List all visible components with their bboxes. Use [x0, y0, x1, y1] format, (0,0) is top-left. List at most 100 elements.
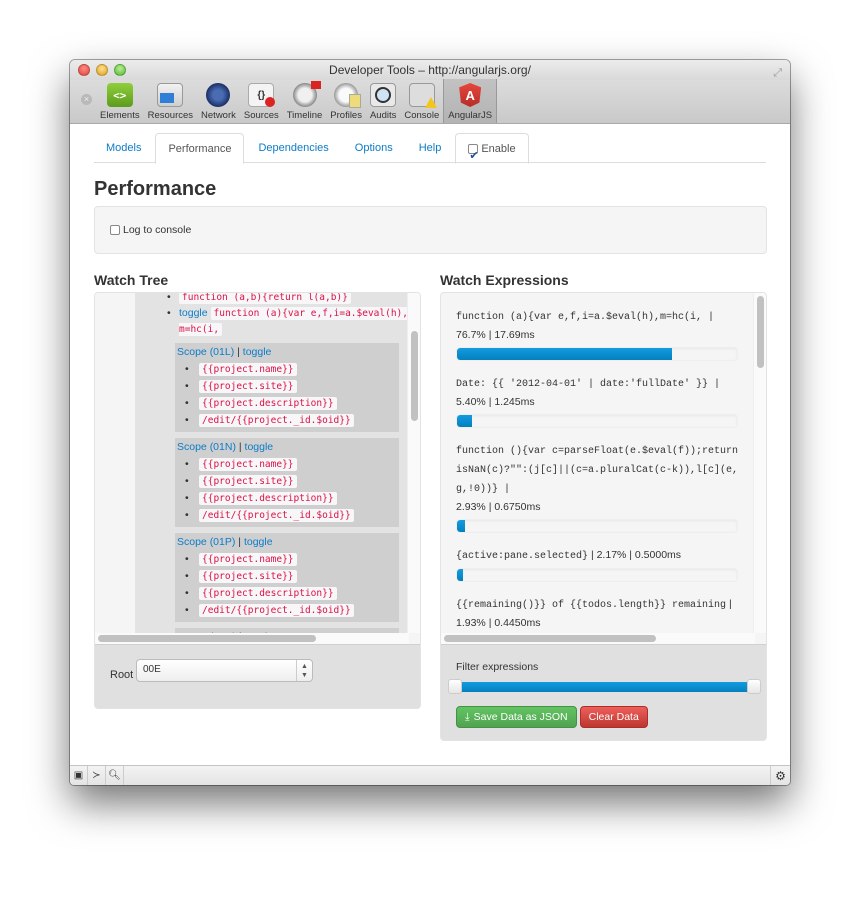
save-data-json-button[interactable]: ⤓ Save Data as JSON [456, 706, 577, 728]
page-title: Performance [94, 178, 217, 200]
toolbar-label: Elements [100, 110, 140, 121]
slider-min-handle[interactable] [448, 679, 462, 694]
tree-watch-item: function (a,b){return l(a,b)} [165, 293, 409, 305]
watch-expressions-scroll-area: function (a){var e,f,i=a.$eval(h),m=hc(i… [441, 293, 755, 633]
tab-performance[interactable]: Performance [155, 133, 245, 164]
minimize-window-button[interactable] [96, 64, 108, 76]
expression-progress-bar [457, 569, 464, 581]
sources-icon: {} [248, 83, 276, 107]
toolbar-item-timeline[interactable]: Timeline [283, 79, 327, 123]
expression-text: function (a){var e,f,i=a.$eval(h),m=hc(i… [456, 312, 715, 323]
watch-code: {{project.site}} [199, 475, 297, 488]
scope-id-link[interactable]: Scope (01N) [177, 441, 236, 453]
scope-toggle-link[interactable]: toggle [243, 346, 272, 358]
tab-enable[interactable]: Enable [455, 133, 529, 171]
scope-watch-item: /edit/{{project._id.$oid}} [175, 602, 399, 618]
toolbar-label: Audits [369, 110, 397, 121]
close-devtools-icon[interactable]: × [81, 94, 92, 105]
watch-code: {{project.name}} [199, 553, 297, 566]
watch-code: /edit/{{project._id.$oid}} [199, 604, 354, 617]
expression-text: function (){var c=parseFloat(e.$eval(f))… [456, 446, 739, 495]
enable-checkbox[interactable] [468, 141, 479, 171]
watch-code: {{project.site}} [199, 380, 297, 393]
watch-expression-item: {active:pane.selected} | 2.17% | 0.5000m… [456, 545, 740, 582]
watch-tree-horizontal-scrollbar[interactable] [95, 633, 409, 644]
root-label: Root [110, 669, 134, 681]
watch-tree-vertical-scrollbar[interactable] [407, 293, 420, 633]
toolbar-label: Network [201, 110, 236, 121]
scope-block: Scope (01L) | toggle {{project.name}} {{… [175, 343, 399, 432]
watch-tree-heading: Watch Tree [94, 272, 169, 288]
log-to-console-checkbox[interactable] [110, 225, 120, 235]
profiles-icon [334, 83, 362, 108]
download-icon: ⤓ [465, 711, 470, 723]
scope-watch-item: /edit/{{project._id.$oid}} [175, 412, 399, 428]
watch-code: /edit/{{project._id.$oid}} [199, 414, 354, 427]
toolbar-item-audits[interactable]: Audits [366, 79, 400, 123]
scope-header: Scope (01L) | toggle [175, 345, 399, 360]
watch-code: /edit/{{project._id.$oid}} [199, 509, 354, 522]
expression-progress-bar [457, 348, 672, 360]
slider-max-handle[interactable] [747, 679, 761, 694]
zoom-window-button[interactable] [114, 64, 126, 76]
filter-range-slider[interactable] [448, 679, 761, 694]
expression-text: {{remaining()}} of {{todos.length}} rema… [456, 600, 727, 611]
tab-dependencies[interactable]: Dependencies [246, 133, 340, 163]
scope-watch-item: {{project.site}} [175, 473, 399, 489]
tree-watch-item: toggle function (a){var e,f,i=a.$eval(h)… [165, 305, 409, 337]
expression-stats: 76.7% | 17.69ms [456, 329, 535, 341]
network-icon [206, 83, 231, 107]
toolbar-label: Resources [147, 110, 194, 121]
angularjs-icon: A [459, 83, 482, 107]
scope-toggle-link[interactable]: toggle [245, 441, 274, 453]
close-window-button[interactable] [78, 64, 90, 76]
watch-expressions-vertical-scrollbar[interactable] [753, 293, 766, 633]
log-to-console-label[interactable]: Log to console [123, 224, 191, 236]
root-select-value: 00E [143, 664, 161, 675]
window-title: Developer Tools – http://angularjs.org/ [329, 63, 531, 77]
scope-watch-item: {{project.description}} [175, 490, 399, 506]
enable-label: Enable [481, 142, 516, 155]
scope-watch-item: {{project.description}} [175, 395, 399, 411]
clear-button-label: Clear Data [588, 711, 639, 723]
window-controls [78, 64, 126, 76]
scope-toggle-link[interactable]: toggle [244, 536, 273, 548]
watch-code: {{project.description}} [199, 492, 337, 505]
scope-watch-item: {{project.name}} [175, 361, 399, 377]
toggle-link[interactable]: toggle [179, 307, 208, 319]
watch-code: function (a){var e,f,i=a.$eval(h),m=hc(i… [179, 307, 408, 336]
angularjs-panel: Models Performance Dependencies Options … [70, 124, 790, 765]
tab-help[interactable]: Help [407, 133, 454, 163]
toolbar-item-network[interactable]: Network [197, 79, 240, 123]
watch-expressions-panel: function (a){var e,f,i=a.$eval(h),m=hc(i… [440, 292, 767, 741]
root-scope-select[interactable]: 00E ▲ ▼ [136, 659, 313, 682]
watch-expressions-horizontal-scrollbar[interactable] [441, 633, 755, 644]
scope-id-link[interactable]: Scope (01L) [177, 346, 234, 358]
clear-data-button[interactable]: Clear Data [579, 706, 648, 728]
tab-models[interactable]: Models [94, 133, 153, 163]
tab-options[interactable]: Options [343, 133, 405, 163]
toolbar-item-angularjs[interactable]: A AngularJS [443, 79, 498, 123]
dock-toggle-icon[interactable]: ▣ [70, 766, 88, 785]
expression-progress-bar [457, 415, 473, 427]
select-arrows-icon: ▲ ▼ [296, 660, 312, 681]
console-drawer-icon[interactable]: ≻ [88, 766, 106, 785]
toolbar-item-elements[interactable]: <> Elements [96, 79, 144, 123]
watch-tree-panel: function (a,b){return l(a,b)} toggle fun… [94, 292, 421, 709]
toolbar-label: Console [404, 110, 440, 121]
search-icon[interactable]: 🔍︎ [106, 766, 124, 785]
log-options-well: Log to console [94, 206, 767, 254]
expression-progress [456, 568, 738, 582]
scope-id-link[interactable]: Scope (01P) [177, 536, 235, 548]
scope-watch-item: {{project.site}} [175, 568, 399, 584]
watch-code: {{project.site}} [199, 570, 297, 583]
title-bar: Developer Tools – http://angularjs.org/ … [70, 60, 790, 80]
toolbar-item-console[interactable]: Console [400, 79, 443, 123]
toolbar-item-sources[interactable]: {} Sources [240, 79, 283, 123]
watch-expression-item: {{remaining()}} of {{todos.length}} rema… [456, 594, 740, 633]
toolbar-item-profiles[interactable]: Profiles [326, 79, 366, 123]
expression-progress [456, 414, 738, 428]
settings-gear-icon[interactable]: ⚙ [770, 766, 790, 785]
toolbar-item-resources[interactable]: Resources [144, 79, 197, 123]
filter-expressions-label: Filter expressions [456, 661, 539, 673]
